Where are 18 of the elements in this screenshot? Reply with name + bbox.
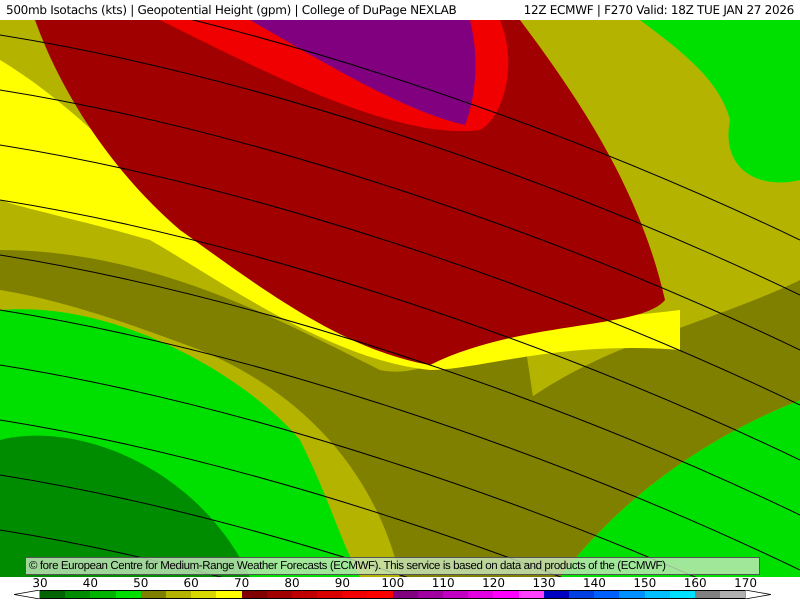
legend-label: 110	[432, 577, 455, 589]
legend-label: 90	[334, 577, 350, 589]
legend-label: 150	[633, 577, 656, 589]
legend-label: 30	[32, 577, 48, 589]
legend-label: 130	[532, 577, 556, 589]
legend-label: 70	[234, 577, 250, 589]
legend-label: 170	[734, 577, 758, 589]
legend-label: 120	[482, 577, 506, 589]
legend-label: 140	[582, 577, 606, 589]
map-title: 500mb Isotachs (kts) | Geopotential Height (gpm) | College of DuPage NEXLAB	[6, 2, 456, 19]
legend-label: 40	[82, 577, 98, 589]
legend-label: 50	[133, 577, 148, 589]
legend-label: 60	[184, 577, 199, 589]
legend-label: 80	[284, 577, 300, 589]
credit-banner: © fore European Centre for Medium-Range Weather Forecasts (ECMWF). This service is based on data and products of the (ECMWF)	[25, 557, 760, 575]
legend-label: 160	[684, 577, 707, 589]
model-run-info: 12Z ECMWF | F270 Valid: 18Z TUE JAN 27 2026	[524, 2, 794, 19]
legend-label: 100	[381, 577, 404, 589]
